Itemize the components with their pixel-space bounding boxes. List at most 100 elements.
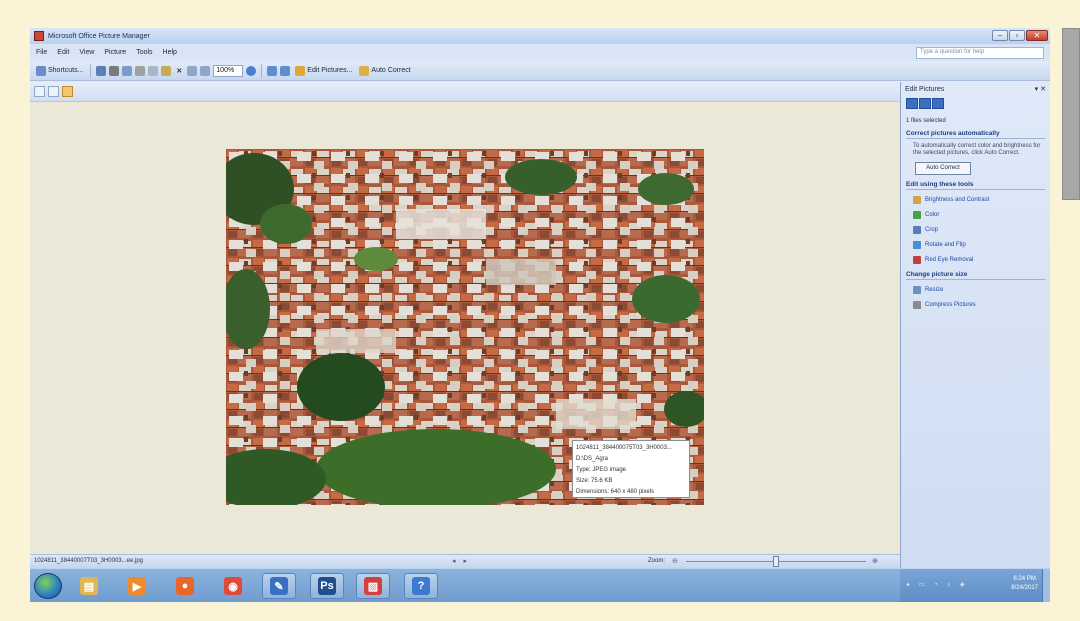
thumbnail-view-icon[interactable] xyxy=(34,86,45,97)
email-icon[interactable] xyxy=(122,65,133,76)
media-player-icon: ▶ xyxy=(128,577,146,595)
task-pane-header: Edit Pictures ▾ ✕ xyxy=(901,82,1050,96)
copy-icon[interactable] xyxy=(148,65,159,76)
crop-icon xyxy=(913,225,921,234)
menu-view[interactable]: View xyxy=(79,49,94,56)
menu-help[interactable]: Help xyxy=(163,49,177,56)
status-bar: 1024811_38440007T03_3H0003...ee.jpg ◂▸ Z… xyxy=(30,554,900,568)
tool-compress[interactable]: Compress Pictures xyxy=(913,299,1050,310)
task-pane-menu-icon[interactable]: ▾ ✕ xyxy=(1035,85,1046,93)
filmstrip-view-icon[interactable] xyxy=(48,86,59,97)
brightness-icon xyxy=(913,195,921,204)
tool-crop[interactable]: Crop xyxy=(913,224,1050,235)
shortcuts-button[interactable]: Shortcuts... xyxy=(34,64,85,78)
clock-time: 6:24 PM xyxy=(1013,576,1036,582)
home-icon[interactable] xyxy=(932,97,944,109)
picture-nav-arrows[interactable]: ◂▸ xyxy=(452,557,475,565)
taskbar-help-button[interactable]: ? xyxy=(404,573,438,599)
window-titlebar[interactable]: Microsoft Office Picture Manager – ▫ ✕ xyxy=(30,28,1050,44)
taskbar-picture-manager-button[interactable]: ✎ xyxy=(262,573,296,599)
view-bar xyxy=(30,82,900,102)
menu-file[interactable]: File xyxy=(36,49,47,56)
status-filename: 1024811_38440007T03_3H0003...ee.jpg xyxy=(34,558,143,564)
menu-bar: File Edit View Picture Tools Help xyxy=(30,44,1050,61)
standard-toolbar: Shortcuts... ✕ 100% Edit Pictures... Aut… xyxy=(30,61,1050,81)
system-tray: ◂ ▭ ◔ ♪ ◈ 6:24 PM 8/24/2017 xyxy=(900,569,1050,602)
outer-scrollbar[interactable] xyxy=(1062,28,1080,200)
auto-correct-pane-button[interactable]: Auto Correct xyxy=(915,162,971,175)
toolbar-separator xyxy=(90,63,92,78)
save-icon[interactable] xyxy=(96,65,107,76)
taskbar-firefox-button[interactable]: ● xyxy=(168,573,202,599)
window-title: Microsoft Office Picture Manager xyxy=(48,32,150,40)
show-desktop-button[interactable] xyxy=(1042,569,1050,602)
tooltip-filename: 1024811_384400075T03_3H0003... xyxy=(576,445,672,451)
taskbar-photoshop-button[interactable]: Ps xyxy=(310,573,344,599)
zoom-out-icon[interactable]: ⊖ xyxy=(672,557,678,565)
taskbar-media-player-button[interactable]: ▶ xyxy=(120,573,154,599)
auto-correct-icon xyxy=(359,65,370,76)
single-picture-view-icon[interactable] xyxy=(62,86,73,97)
taskbar-clock[interactable]: 6:24 PM 8/24/2017 xyxy=(1011,575,1038,593)
auto-correct-description: To automatically correct color and brigh… xyxy=(913,143,1041,156)
task-pane-title: Edit Pictures xyxy=(905,85,945,93)
menu-tools[interactable]: Tools xyxy=(136,49,152,56)
tool-resize[interactable]: Resize xyxy=(913,284,1050,295)
chrome-icon: ◉ xyxy=(224,577,242,595)
tool-rotate-flip[interactable]: Rotate and Flip xyxy=(913,239,1050,250)
help-icon: ? xyxy=(412,577,430,595)
taskbar-pdf-reader-button[interactable]: ▨ xyxy=(356,573,390,599)
tool-color[interactable]: Color xyxy=(913,209,1050,220)
picture-canvas: 1024811_384400075T03_3H0003... D:\DS_Agr… xyxy=(30,103,900,554)
undo-icon[interactable] xyxy=(187,65,198,76)
tooltip-type: Type: JPEG image xyxy=(576,467,627,473)
edit-pictures-icon xyxy=(295,65,306,76)
firefox-icon: ● xyxy=(176,577,194,595)
rotate-left-icon[interactable] xyxy=(267,65,278,76)
picture-manager-icon: ✎ xyxy=(270,577,288,595)
zoom-icon[interactable] xyxy=(246,65,257,76)
close-button[interactable]: ✕ xyxy=(1026,30,1048,41)
zoom-slider-thumb[interactable] xyxy=(773,556,779,567)
cut-icon[interactable] xyxy=(135,65,146,76)
selection-count: 1 files selected xyxy=(906,118,946,124)
edit-pictures-button[interactable]: Edit Pictures... xyxy=(293,64,354,78)
tray-icons[interactable]: ◂ ▭ ◔ ♪ ◈ xyxy=(906,581,969,588)
picture-info-tooltip: 1024811_384400075T03_3H0003... D:\DS_Agr… xyxy=(572,440,690,498)
resize-icon xyxy=(913,285,921,294)
minimize-button[interactable]: – xyxy=(992,30,1008,41)
help-question-input[interactable]: Type a question for help xyxy=(916,47,1044,59)
task-pane-nav xyxy=(901,96,1050,110)
delete-icon[interactable]: ✕ xyxy=(174,64,184,78)
section-edit-tools: Edit using these tools xyxy=(906,181,1045,190)
menu-edit[interactable]: Edit xyxy=(57,49,69,56)
taskbar-chrome-button[interactable]: ◉ xyxy=(216,573,250,599)
explorer-icon: ▤ xyxy=(80,577,98,595)
photoshop-icon: Ps xyxy=(318,577,336,595)
tool-red-eye[interactable]: Red Eye Removal xyxy=(913,254,1050,265)
desktop-screen: Microsoft Office Picture Manager – ▫ ✕ F… xyxy=(30,28,1050,602)
red-eye-icon xyxy=(913,255,921,264)
redo-icon[interactable] xyxy=(200,65,211,76)
color-icon xyxy=(913,210,921,219)
toolbar-separator xyxy=(261,63,263,78)
print-icon[interactable] xyxy=(109,65,120,76)
taskbar-explorer-button[interactable]: ▤ xyxy=(72,573,106,599)
zoom-combo[interactable]: 100% xyxy=(213,64,244,77)
maximize-button[interactable]: ▫ xyxy=(1009,30,1025,41)
tooltip-location: D:\DS_Agra xyxy=(576,456,609,462)
zoom-in-icon[interactable]: ⊕ xyxy=(872,557,878,565)
paste-icon[interactable] xyxy=(161,65,172,76)
back-icon[interactable] xyxy=(906,97,918,109)
auto-correct-button[interactable]: Auto Correct xyxy=(357,64,412,78)
start-button[interactable] xyxy=(34,573,62,599)
aerial-town-photo[interactable]: 1024811_384400075T03_3H0003... D:\DS_Agr… xyxy=(226,149,704,505)
pdf-reader-icon: ▨ xyxy=(364,577,382,595)
forward-icon[interactable] xyxy=(919,97,931,109)
tooltip-size: Size: 75.6 KB xyxy=(576,478,613,484)
menu-picture[interactable]: Picture xyxy=(104,49,126,56)
windows-taskbar: ▤ ▶ ● ◉ ✎ Ps ▨? ◂ ▭ ◔ ♪ ◈ 6:24 PM 8/24/2017 xyxy=(30,568,1050,602)
section-picture-size: Change picture size xyxy=(906,271,1045,280)
tool-brightness-contrast[interactable]: Brightness and Contrast xyxy=(913,194,1050,205)
rotate-right-icon[interactable] xyxy=(280,65,291,76)
